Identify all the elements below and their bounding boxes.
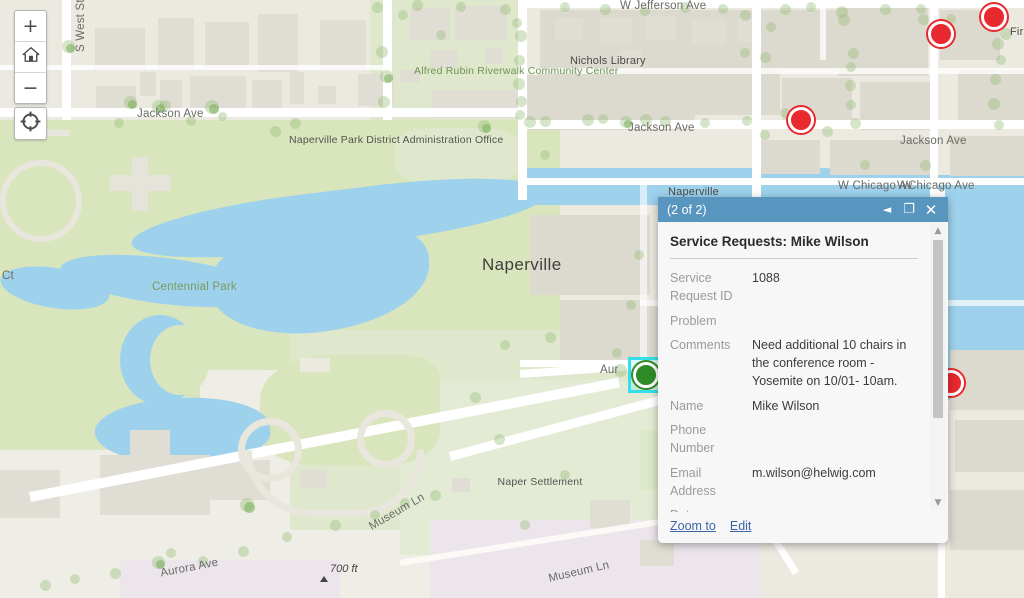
alfred-rubin-text: Alfred Rubin Riverwalk Community Center bbox=[414, 65, 619, 77]
maximize-icon[interactable]: ❐ bbox=[898, 200, 920, 220]
attribute-label: Service Request ID bbox=[670, 271, 733, 303]
attribute-label: Email Address bbox=[670, 465, 716, 498]
zoom-control-stack: + − bbox=[14, 10, 47, 104]
attribute-row: Comments Need additional 10 chairs in th… bbox=[670, 332, 918, 392]
park-district-text: Naperville Park District Administration … bbox=[289, 134, 504, 146]
map-marker-incident-3[interactable] bbox=[788, 107, 814, 133]
attribute-value bbox=[752, 313, 918, 331]
attribute-row: Date Submitted bbox=[670, 502, 918, 512]
popup-feature-title: Service Requests: Mike Wilson bbox=[670, 234, 918, 259]
map-label-centennial-park: Centennial Park bbox=[152, 281, 237, 293]
minus-icon: − bbox=[22, 76, 39, 99]
map-marker-incident-2[interactable] bbox=[981, 4, 1007, 30]
scroll-up-icon[interactable]: ▲ bbox=[930, 224, 946, 238]
attribute-value bbox=[752, 507, 918, 512]
map-label-s-west-st: S West St bbox=[75, 0, 87, 52]
map-label-aurora-partial: Aur bbox=[600, 364, 619, 376]
scrollbar-thumb[interactable] bbox=[933, 240, 943, 418]
map-label-jackson-ave-1: Jackson Ave bbox=[137, 108, 204, 120]
map-marker-incident-1[interactable] bbox=[928, 21, 954, 47]
attribute-row: Email Address m.wilson@helwig.com bbox=[670, 460, 918, 503]
popup-title-bar: (2 of 2) ◄ ❐ ✕ bbox=[658, 197, 948, 222]
attribute-label: Comments bbox=[670, 338, 731, 353]
attribute-row: Problem bbox=[670, 308, 918, 333]
map-application: S West St Jackson Ave Jackson Ave Jackso… bbox=[0, 0, 1024, 598]
attribute-label: Problem bbox=[670, 313, 717, 328]
attribute-label: Name bbox=[670, 398, 704, 413]
zoom-to-link[interactable]: Zoom to bbox=[670, 519, 716, 533]
map-marker-selected-request[interactable] bbox=[633, 362, 659, 388]
popup-scrollbar[interactable]: ▲ ▼ bbox=[930, 224, 946, 510]
popup-actions: Zoom to Edit bbox=[658, 512, 948, 543]
scale-bar: 700 ft bbox=[320, 563, 358, 582]
map-label-w-jefferson-ave: W Jefferson Ave bbox=[620, 0, 707, 12]
map-label-naper-settlement: Naper Settlement bbox=[495, 476, 585, 489]
locate-button[interactable] bbox=[14, 107, 47, 140]
scale-bar-tick bbox=[320, 576, 328, 582]
scale-bar-label: 700 ft bbox=[330, 563, 358, 575]
popup-body: Service Requests: Mike Wilson Service Re… bbox=[658, 222, 948, 512]
zoom-out-button[interactable]: − bbox=[15, 72, 46, 103]
map-label-naperville-park-district: Naperville Park District Administration … bbox=[289, 134, 503, 147]
zoom-in-button[interactable]: + bbox=[15, 11, 46, 41]
attribute-row: Phone Number bbox=[670, 417, 918, 460]
plus-icon: + bbox=[22, 14, 39, 37]
attribute-value: 1088 bbox=[752, 271, 780, 285]
popup-attributes-container: Service Requests: Mike Wilson Service Re… bbox=[658, 222, 928, 512]
attribute-value: Mike Wilson bbox=[752, 398, 820, 413]
map-label-ct: Ct bbox=[2, 270, 14, 282]
map-label-jackson-ave-3: Jackson Ave bbox=[900, 135, 967, 147]
attribute-row: Service Request ID 1088 bbox=[670, 265, 918, 308]
feature-popup: (2 of 2) ◄ ❐ ✕ Service Requests: Mike Wi… bbox=[658, 197, 948, 543]
attribute-label: Date Submitted bbox=[670, 507, 752, 512]
edit-link[interactable]: Edit bbox=[730, 519, 752, 533]
attribute-label: Phone Number bbox=[670, 423, 715, 455]
map-label-alfred-rubin: Alfred Rubin Riverwalk Community Center bbox=[414, 65, 618, 78]
previous-feature-icon[interactable]: ◄ bbox=[876, 200, 898, 220]
map-label-naperville: Naperville bbox=[482, 255, 562, 274]
map-label-fire-station: Fir bbox=[1010, 26, 1024, 38]
attribute-value: m.wilson@helwig.com bbox=[752, 465, 876, 480]
scroll-down-icon[interactable]: ▼ bbox=[930, 496, 946, 510]
map-label-jackson-ave-2: Jackson Ave bbox=[628, 122, 695, 134]
map-label-w-chicago-ave-2: WChicago Ave bbox=[897, 180, 975, 192]
popup-pagination-label: (2 of 2) bbox=[667, 202, 707, 217]
close-icon[interactable]: ✕ bbox=[920, 200, 942, 220]
home-button[interactable] bbox=[15, 41, 46, 72]
home-icon bbox=[22, 46, 40, 68]
attribute-row: Name Mike Wilson bbox=[670, 393, 918, 418]
naper-settlement-text: Naper Settlement bbox=[497, 476, 583, 488]
attribute-value bbox=[752, 422, 918, 458]
attribute-value: Need additional 10 chairs in the confere… bbox=[752, 338, 907, 388]
locate-icon bbox=[20, 111, 41, 137]
